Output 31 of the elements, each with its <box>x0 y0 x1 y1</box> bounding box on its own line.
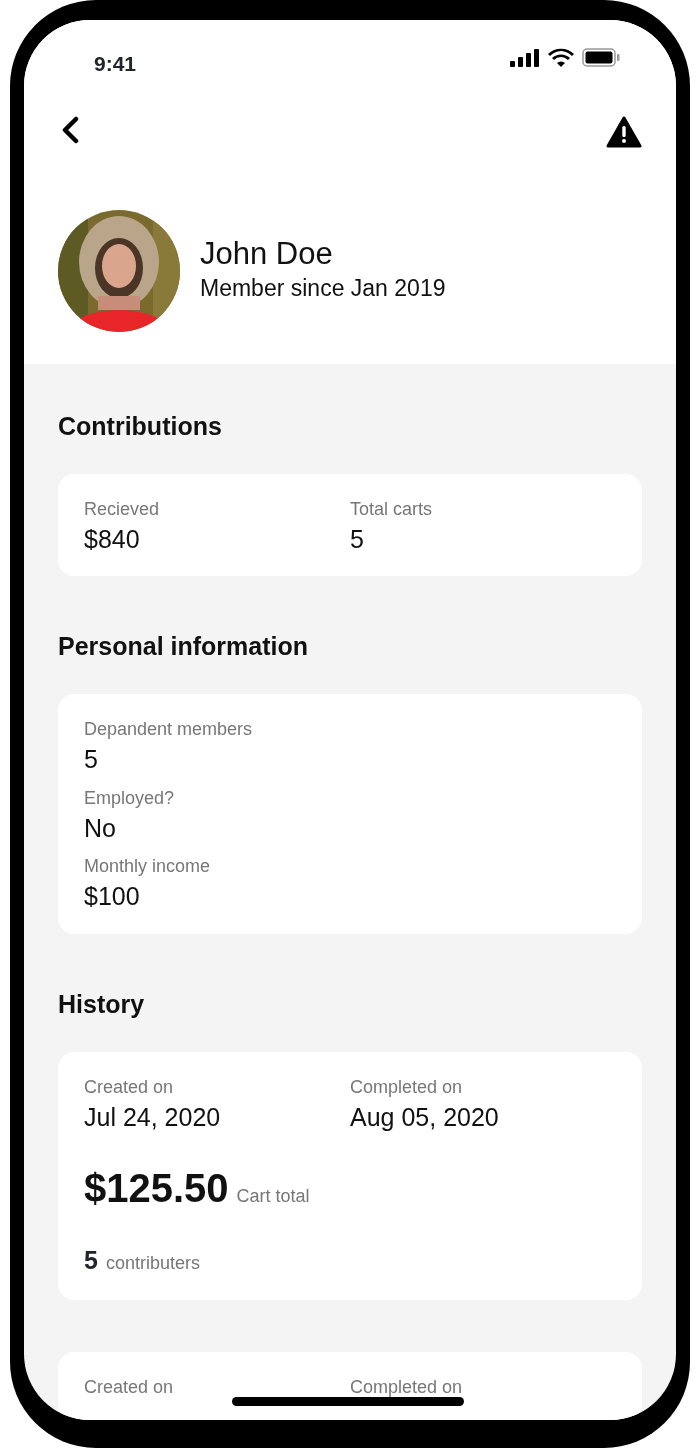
field-label: Completed on <box>350 1075 464 1099</box>
status-time: 9:41 <box>94 51 137 77</box>
field-label: Completed on <box>350 1375 464 1399</box>
field-label: Monthly income <box>84 855 212 879</box>
field-label: Total carts <box>350 497 434 521</box>
field-value: Aug 05, 2020 <box>350 1101 500 1133</box>
cart-total-label: Cart total <box>236 1185 310 1209</box>
field-label: Employed? <box>84 786 176 810</box>
field-value: 5 <box>350 523 365 555</box>
signal-icon <box>510 48 540 67</box>
field-label: Recieved <box>84 497 161 521</box>
profile-name: John Doe <box>200 236 334 271</box>
field-value: Jul 24, 2020 <box>84 1101 222 1133</box>
warning-icon[interactable] <box>606 116 642 148</box>
field-value: $840 <box>84 523 141 555</box>
wifi-icon <box>548 48 574 67</box>
field-value: No <box>84 812 117 844</box>
section-title: Personal information <box>58 631 310 663</box>
battery-icon <box>582 48 620 67</box>
section-title: History <box>58 989 146 1020</box>
member-since-text: Member since Jan 2019 <box>200 273 446 303</box>
contributors-count: 5 <box>84 1245 98 1277</box>
contributors-label: contributers <box>105 1252 200 1276</box>
field-value: 5 <box>84 743 99 775</box>
section-title: Contributions <box>58 411 223 442</box>
field-label: Created on <box>84 1075 175 1099</box>
cart-total-amount: $125.50 <box>84 1165 229 1213</box>
field-label: Depandent members <box>84 717 254 741</box>
field-label: Created on <box>84 1375 175 1399</box>
field-value: $100 <box>84 881 141 913</box>
back-icon[interactable] <box>60 116 80 144</box>
